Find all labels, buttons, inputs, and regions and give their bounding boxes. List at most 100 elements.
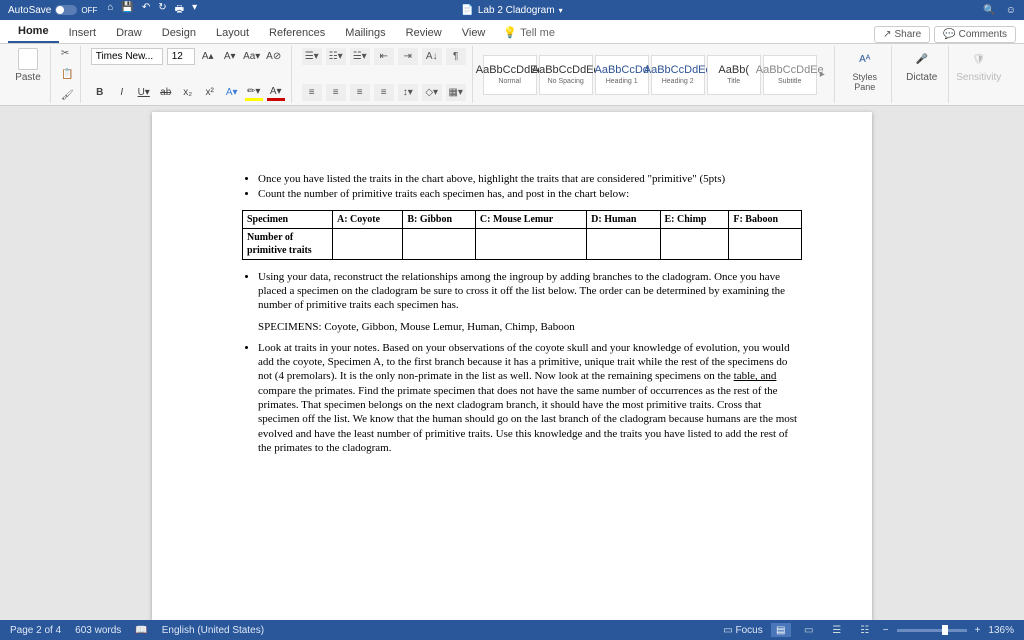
autosave-toggle[interactable]: AutoSave OFF <box>8 5 97 16</box>
link-text[interactable]: table, and <box>734 370 777 382</box>
strikethrough-button[interactable]: ab <box>157 84 175 101</box>
table-cell[interactable]: Number of primitive traits <box>243 228 333 259</box>
align-left-icon[interactable]: ≡ <box>302 84 322 101</box>
align-center-icon[interactable]: ≡ <box>326 84 346 101</box>
table-cell[interactable] <box>587 228 660 259</box>
style-item[interactable]: AaBbCcDdHeading 1 <box>595 55 649 95</box>
save-icon[interactable]: 💾 <box>121 2 133 19</box>
tab-home[interactable]: Home <box>8 21 59 43</box>
tab-insert[interactable]: Insert <box>59 23 107 43</box>
document-workspace[interactable]: Once you have listed the traits in the c… <box>0 106 1024 620</box>
styles-gallery[interactable]: AaBbCcDdEeNormalAaBbCcDdEeNo SpacingAaBb… <box>483 55 817 95</box>
table-cell[interactable] <box>403 228 476 259</box>
tab-draw[interactable]: Draw <box>106 23 152 43</box>
tab-layout[interactable]: Layout <box>206 23 259 43</box>
qat-dropdown-icon[interactable]: ▾ <box>192 2 197 19</box>
style-item[interactable]: AaBbCcDdEeHeading 2 <box>651 55 705 95</box>
indent-dec-icon[interactable]: ⇤ <box>374 48 394 65</box>
bullet-item[interactable]: Using your data, reconstruct the relatio… <box>258 270 802 313</box>
style-item[interactable]: AaBbCcDdEeNo Spacing <box>539 55 593 95</box>
zoom-in-icon[interactable]: + <box>975 625 981 636</box>
grow-font-icon[interactable]: A▴ <box>199 48 217 65</box>
sort-icon[interactable]: A↓ <box>422 48 442 65</box>
word-count[interactable]: 603 words <box>75 625 121 636</box>
tab-references[interactable]: References <box>259 23 335 43</box>
tab-mailings[interactable]: Mailings <box>335 23 395 43</box>
bullets-icon[interactable]: ☰▾ <box>302 48 322 65</box>
font-color-icon[interactable]: A▾ <box>267 84 285 101</box>
table-cell[interactable] <box>660 228 729 259</box>
comments-button[interactable]: 💬 Comments <box>934 26 1016 43</box>
change-case-icon[interactable]: Aa▾ <box>243 48 261 65</box>
search-icon[interactable]: 🔍 <box>983 5 995 16</box>
table-cell[interactable]: F: Baboon <box>729 210 802 228</box>
table-cell[interactable]: B: Gibbon <box>403 210 476 228</box>
bullet-item[interactable]: Look at traits in your notes. Based on y… <box>258 341 802 455</box>
read-mode-icon[interactable]: ☰ <box>827 623 847 637</box>
table-cell[interactable] <box>729 228 802 259</box>
multilevel-icon[interactable]: ☱▾ <box>350 48 370 65</box>
bullet-item[interactable]: Once you have listed the traits in the c… <box>258 172 802 186</box>
undo-icon[interactable]: ↶ <box>142 2 150 19</box>
bold-button[interactable]: B <box>91 84 109 101</box>
shrink-font-icon[interactable]: A▾ <box>221 48 239 65</box>
focus-mode[interactable]: ▭ Focus <box>723 625 762 636</box>
text-effects-icon[interactable]: A▾ <box>223 84 241 101</box>
styles-more-icon[interactable]: ▸ <box>817 69 828 80</box>
zoom-level[interactable]: 136% <box>988 625 1014 636</box>
share-button[interactable]: ↗ Share <box>874 26 930 43</box>
style-item[interactable]: AaBbCcDdEeSubtitle <box>763 55 817 95</box>
font-size-select[interactable] <box>167 48 195 65</box>
dictate-button[interactable]: 🎤 Dictate <box>902 48 942 83</box>
tab-view[interactable]: View <box>452 23 496 43</box>
table-cell[interactable]: A: Coyote <box>333 210 403 228</box>
document-title[interactable]: 📄 Lab 2 Cladogram ▾ <box>461 5 562 16</box>
cut-icon[interactable]: ✂ <box>61 48 74 59</box>
smile-icon[interactable]: ☺ <box>1006 5 1016 16</box>
align-right-icon[interactable]: ≡ <box>350 84 370 101</box>
justify-icon[interactable]: ≡ <box>374 84 394 101</box>
tell-me[interactable]: 💡 Tell me <box>495 22 563 43</box>
italic-button[interactable]: I <box>113 84 131 101</box>
table-cell[interactable]: Specimen <box>243 210 333 228</box>
bullet-item[interactable]: Count the number of primitive traits eac… <box>258 187 802 201</box>
paste-button[interactable]: Paste <box>12 48 44 83</box>
line-spacing-icon[interactable]: ↕▾ <box>398 84 418 101</box>
copy-icon[interactable]: 📋 <box>61 69 74 80</box>
zoom-out-icon[interactable]: − <box>883 625 889 636</box>
text[interactable]: Look at traits in your notes. Based on y… <box>258 342 790 383</box>
specimens-line[interactable]: SPECIMENS: Coyote, Gibbon, Mouse Lemur, … <box>258 320 802 334</box>
document-page[interactable]: Once you have listed the traits in the c… <box>152 112 872 620</box>
table-cell[interactable] <box>475 228 586 259</box>
superscript-button[interactable]: x² <box>201 84 219 101</box>
toggle-switch[interactable] <box>55 5 77 15</box>
spellcheck-icon[interactable]: 📖 <box>135 625 147 636</box>
language-indicator[interactable]: English (United States) <box>162 625 264 636</box>
subscript-button[interactable]: x₂ <box>179 84 197 101</box>
table-cell[interactable]: D: Human <box>587 210 660 228</box>
tab-design[interactable]: Design <box>152 23 206 43</box>
indent-inc-icon[interactable]: ⇥ <box>398 48 418 65</box>
redo-icon[interactable]: ↻ <box>158 2 166 19</box>
outline-icon[interactable]: ☷ <box>855 623 875 637</box>
format-painter-icon[interactable]: 🖌 <box>61 90 74 101</box>
print-icon[interactable]: 🖶 <box>175 2 184 19</box>
borders-icon[interactable]: ▦▾ <box>446 84 466 101</box>
chevron-down-icon[interactable]: ▾ <box>559 6 563 15</box>
style-item[interactable]: AaBbCcDdEeNormal <box>483 55 537 95</box>
zoom-slider[interactable] <box>897 629 967 632</box>
shading-icon[interactable]: ◇▾ <box>422 84 442 101</box>
numbering-icon[interactable]: ☷▾ <box>326 48 346 65</box>
table-row[interactable]: Specimen A: Coyote B: Gibbon C: Mouse Le… <box>243 210 802 228</box>
table-cell[interactable]: C: Mouse Lemur <box>475 210 586 228</box>
clear-format-icon[interactable]: A⊘ <box>265 48 283 65</box>
table-cell[interactable]: E: Chimp <box>660 210 729 228</box>
home-icon[interactable]: ⌂ <box>107 2 113 19</box>
table-row[interactable]: Number of primitive traits <box>243 228 802 259</box>
specimen-table[interactable]: Specimen A: Coyote B: Gibbon C: Mouse Le… <box>242 210 802 260</box>
table-cell[interactable] <box>333 228 403 259</box>
print-layout-icon[interactable]: ▤ <box>771 623 791 637</box>
tab-review[interactable]: Review <box>396 23 452 43</box>
underline-button[interactable]: U▾ <box>135 84 153 101</box>
page-indicator[interactable]: Page 2 of 4 <box>10 625 61 636</box>
